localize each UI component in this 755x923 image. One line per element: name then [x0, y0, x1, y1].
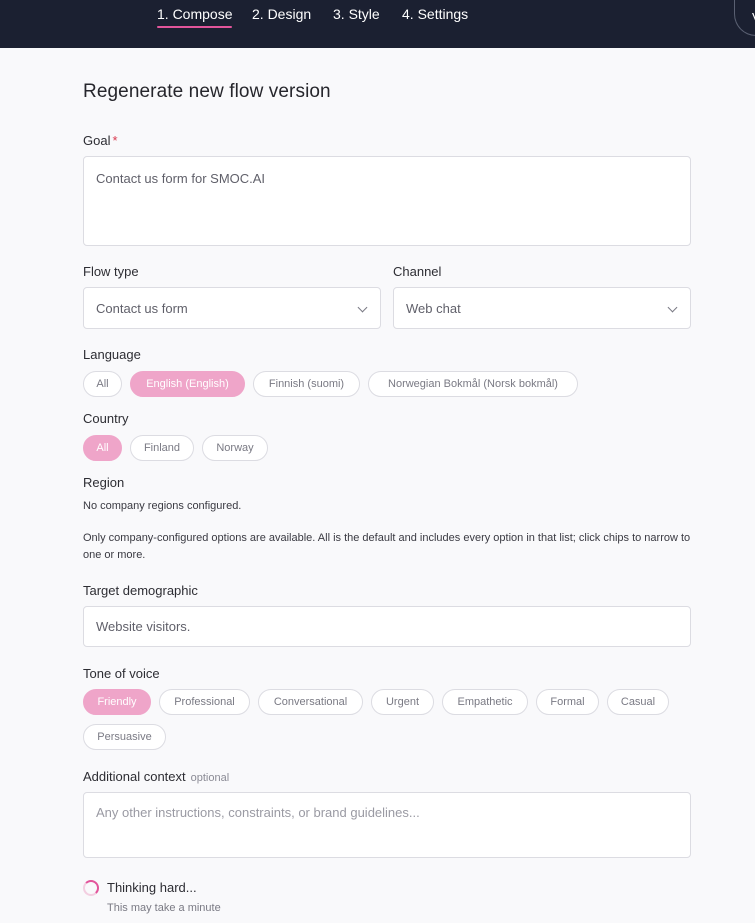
tone-chip-casual[interactable]: Casual	[607, 689, 669, 715]
additional-context-textarea[interactable]: Any other instructions, constraints, or …	[83, 792, 691, 858]
flow-type-value: Contact us form	[96, 300, 188, 316]
spinner-icon	[83, 880, 99, 896]
tone-chip-professional[interactable]: Professional	[159, 689, 250, 715]
optional-tag: optional	[190, 772, 230, 784]
channel-label: Channel	[393, 264, 442, 279]
language-chip-all[interactable]: All	[83, 371, 122, 397]
chevron-down-icon	[667, 302, 678, 313]
region-empty-text: No company regions configured.	[83, 500, 242, 512]
tone-label: Tone of voice	[83, 666, 160, 681]
language-chip-finnish[interactable]: Finnish (suomi)	[253, 371, 360, 397]
step-design[interactable]: 2. Design	[252, 6, 311, 22]
options-help-text: Only company-configured options are avai…	[83, 532, 691, 561]
target-demographic-input[interactable]: Website visitors.	[83, 606, 691, 647]
language-chip-norwegian[interactable]: Norwegian Bokmål (Norsk bokmål)	[368, 371, 578, 397]
language-chip-english[interactable]: English (English)	[130, 371, 245, 397]
chevron-down-icon	[357, 302, 368, 313]
country-chip-all[interactable]: All	[83, 435, 122, 461]
goal-label: Goal *	[83, 133, 118, 148]
tone-chip-empathetic[interactable]: Empathetic	[442, 689, 528, 715]
tone-chip-friendly[interactable]: Friendly	[83, 689, 151, 715]
country-chip-norway[interactable]: Norway	[202, 435, 268, 461]
region-label: Region	[83, 475, 125, 490]
page-title: Regenerate new flow version	[83, 81, 331, 102]
target-demographic-label: Target demographic	[83, 583, 198, 598]
additional-context-label: Additional context optional	[83, 769, 230, 784]
tone-chip-formal[interactable]: Formal	[536, 689, 599, 715]
country-label: Country	[83, 411, 129, 426]
thinking-subtext: This may take a minute	[107, 902, 221, 914]
channel-value: Web chat	[406, 300, 461, 316]
step-settings[interactable]: 4. Settings	[402, 6, 468, 22]
tone-chip-conversational[interactable]: Conversational	[258, 689, 363, 715]
country-chip-finland[interactable]: Finland	[130, 435, 194, 461]
user-avatar[interactable]: V	[734, 0, 755, 36]
tone-chip-urgent[interactable]: Urgent	[371, 689, 434, 715]
step-compose[interactable]: 1. Compose	[157, 6, 233, 28]
channel-select[interactable]: Web chat	[393, 287, 691, 329]
required-mark: *	[112, 133, 118, 148]
top-nav: 1. Compose 2. Design 3. Style 4. Setting…	[0, 0, 755, 48]
step-style[interactable]: 3. Style	[333, 6, 380, 22]
flow-type-select[interactable]: Contact us form	[83, 287, 381, 329]
goal-textarea[interactable]: Contact us form for SMOC.AI	[83, 156, 691, 246]
thinking-status: Thinking hard...	[107, 880, 197, 895]
tone-chip-persuasive[interactable]: Persuasive	[83, 724, 166, 750]
flow-type-label: Flow type	[83, 264, 139, 279]
language-label: Language	[83, 347, 141, 362]
